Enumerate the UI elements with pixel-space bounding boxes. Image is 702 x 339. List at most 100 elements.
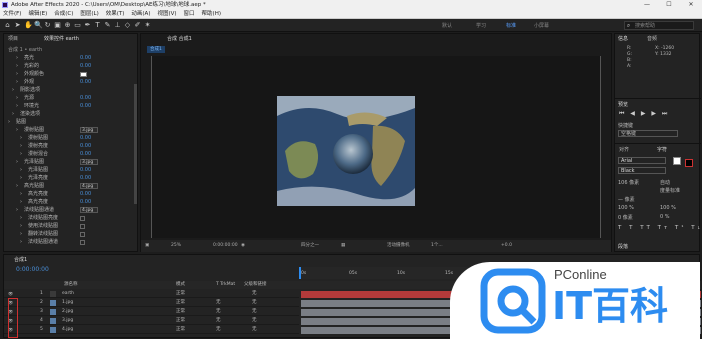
font-family-dropdown[interactable]: Arial	[618, 157, 666, 164]
visibility-eye-icon[interactable]: 👁	[8, 290, 13, 298]
tab-paragraph[interactable]: 段落	[618, 243, 628, 250]
effect-property-value[interactable]: 3.jpg	[80, 159, 98, 165]
col-trkmat[interactable]: T TrkMat	[216, 281, 235, 289]
current-time[interactable]: 0:00:00:00	[213, 240, 238, 252]
timeline-layer-row[interactable]: 👁 5 4.jpg 正常无无	[4, 326, 299, 334]
checkbox[interactable]	[80, 224, 85, 229]
fill-color-swatch[interactable]	[673, 157, 681, 165]
layer-trkmat-dropdown[interactable]: 无	[216, 326, 221, 334]
zoom-tool-icon[interactable]: 🔍	[34, 22, 43, 29]
views-dropdown[interactable]: 1个...	[431, 240, 443, 252]
tab-audio[interactable]: 音频	[647, 35, 657, 42]
layer-name[interactable]: 3.jpg	[62, 317, 73, 325]
eraser-tool-icon[interactable]: ◇	[124, 22, 131, 29]
minimize-button[interactable]: —	[636, 0, 658, 10]
col-source-name[interactable]: 源名称	[64, 281, 78, 289]
col-mode[interactable]: 模式	[176, 281, 185, 289]
leading-value[interactable]: 自动	[660, 179, 670, 186]
workspace-standard[interactable]: 标准	[506, 22, 516, 29]
effect-property-value[interactable]: 4.jpg	[80, 207, 98, 213]
menu-edit[interactable]: 编辑(E)	[28, 10, 47, 18]
tab-composition[interactable]: 合成 合成1	[167, 35, 192, 42]
menu-file[interactable]: 文件(F)	[3, 10, 21, 18]
playback-controls[interactable]: ⏮ ◀ ▶ ▶ ⏭	[619, 110, 669, 118]
col-parent[interactable]: 父级和链接	[244, 281, 267, 289]
twirl-chevron-icon[interactable]: ›	[20, 238, 22, 247]
font-size-value[interactable]: 106 像素	[618, 179, 639, 186]
effect-property-value[interactable]: 4.jpg	[80, 183, 98, 189]
home-icon[interactable]: ⌂	[4, 22, 11, 29]
layer-parent-dropdown[interactable]: 无	[252, 290, 257, 298]
layer-parent-dropdown[interactable]: 无	[252, 299, 257, 307]
layer-trkmat-dropdown[interactable]: 无	[216, 308, 221, 316]
tab-character[interactable]: 字符	[657, 146, 667, 153]
layer-mode-dropdown[interactable]: 正常	[176, 290, 185, 298]
magnification-dropdown[interactable]: 25%	[171, 240, 181, 252]
layer-name[interactable]: 2.jpg	[62, 308, 73, 316]
layer-mode-dropdown[interactable]: 正常	[176, 308, 185, 316]
workspace-learn[interactable]: 学习	[476, 22, 486, 29]
menu-composition[interactable]: 合成(C)	[54, 10, 73, 18]
menu-window[interactable]: 窗口	[184, 10, 195, 18]
tab-effect-controls[interactable]: 效果控件 earth	[44, 35, 79, 42]
layer-mode-dropdown[interactable]: 正常	[176, 326, 185, 334]
menu-view[interactable]: 视图(V)	[157, 10, 176, 18]
type-tool-icon[interactable]: T	[94, 22, 101, 29]
menu-help[interactable]: 帮助(H)	[202, 10, 221, 18]
search-help-input[interactable]: 搜索帮助	[624, 21, 694, 30]
text-style-buttons[interactable]: T T TT Tт T¹ T₁	[618, 225, 702, 231]
maximize-button[interactable]: ☐	[658, 0, 680, 10]
close-button[interactable]: ✕	[680, 0, 702, 10]
tab-project[interactable]: 项目	[8, 35, 18, 42]
menu-effect[interactable]: 效果(T)	[106, 10, 125, 18]
camera-tool-icon[interactable]: ▣	[54, 22, 61, 29]
tab-timeline-comp[interactable]: 合成1	[14, 256, 27, 263]
layer-mode-dropdown[interactable]: 正常	[176, 299, 185, 307]
brush-tool-icon[interactable]: ✎	[104, 22, 111, 29]
workspace-default[interactable]: 默认	[442, 22, 452, 29]
baseline-shift-value[interactable]: 0 像素	[618, 214, 633, 221]
comp-breadcrumb[interactable]: 合成1	[147, 46, 165, 53]
font-style-dropdown[interactable]: Black	[618, 167, 666, 174]
checkbox[interactable]	[80, 216, 85, 221]
effect-property-row[interactable]: › 法线贴图通道	[4, 238, 132, 247]
scrollbar[interactable]	[134, 84, 137, 204]
checkbox[interactable]	[80, 240, 85, 245]
timeline-timecode[interactable]: 0:00:00:00	[16, 266, 49, 273]
layer-name[interactable]: 4.jpg	[62, 326, 73, 334]
tab-align[interactable]: 对齐	[619, 146, 629, 153]
mask-view-icon[interactable]: ▣	[145, 240, 149, 252]
pen-tool-icon[interactable]: ✒	[84, 22, 91, 29]
color-swatch[interactable]	[80, 72, 87, 77]
timeline-layer-row[interactable]: 👁 3 2.jpg 正常无无	[4, 308, 299, 316]
timeline-layer-row[interactable]: 👁 1 earth 正常 无	[4, 290, 299, 298]
puppet-tool-icon[interactable]: ✶	[144, 22, 151, 29]
exposure-value[interactable]: +0.0	[501, 240, 512, 252]
layer-name[interactable]: 1.jpg	[62, 299, 73, 307]
roto-brush-tool-icon[interactable]: ✐	[134, 22, 141, 29]
playhead[interactable]	[299, 267, 301, 279]
horizontal-scale-value[interactable]: 100 %	[660, 205, 676, 211]
menu-animation[interactable]: 动画(A)	[131, 10, 150, 18]
layer-parent-dropdown[interactable]: 无	[252, 317, 257, 325]
resolution-dropdown[interactable]: 四分之一	[301, 240, 319, 252]
effect-property-value[interactable]: 3.jpg	[80, 127, 98, 133]
timeline-layer-row[interactable]: 👁 4 3.jpg 正常无无	[4, 317, 299, 325]
layer-name[interactable]: earth	[62, 290, 74, 298]
layer-mode-dropdown[interactable]: 正常	[176, 317, 185, 325]
vertical-scale-value[interactable]: 100 %	[618, 205, 634, 211]
stroke-color-swatch[interactable]	[685, 159, 693, 167]
snapshot-icon[interactable]: ◉	[241, 240, 245, 252]
rectangle-tool-icon[interactable]: ▭	[74, 22, 81, 29]
layer-parent-dropdown[interactable]: 无	[252, 308, 257, 316]
stamp-tool-icon[interactable]: ⊥	[114, 22, 121, 29]
camera-dropdown[interactable]: 活动摄像机	[387, 240, 410, 252]
pan-behind-tool-icon[interactable]: ⊕	[64, 22, 71, 29]
stroke-width-value[interactable]: — 像素	[618, 196, 635, 203]
layer-trkmat-dropdown[interactable]: 无	[216, 299, 221, 307]
checkbox[interactable]	[80, 232, 85, 237]
tsume-value[interactable]: 0 %	[660, 214, 670, 220]
hand-tool-icon[interactable]: ✋	[24, 22, 33, 29]
roi-icon[interactable]: ▦	[341, 240, 345, 252]
rotate-tool-icon[interactable]: ↻	[44, 22, 51, 29]
